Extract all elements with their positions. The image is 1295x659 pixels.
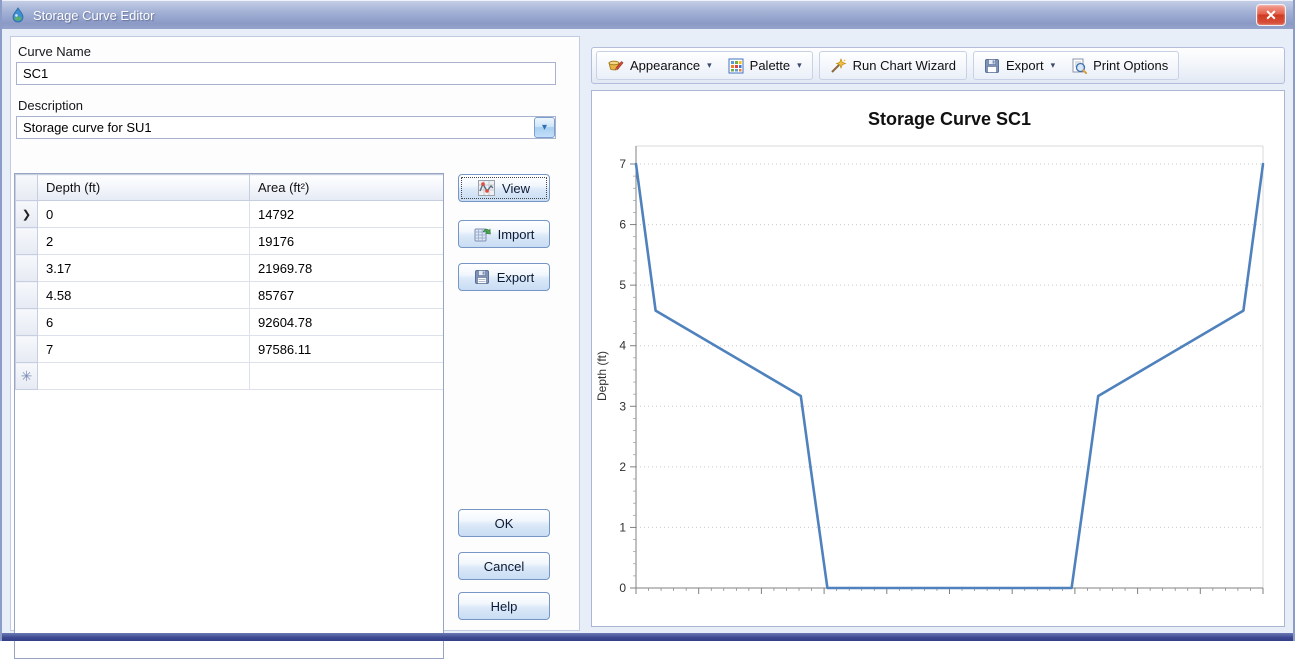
new-row: ✳ [16,363,444,390]
grid-cell[interactable]: 4.58 [38,282,250,309]
svg-text:6: 6 [619,218,626,232]
close-icon: ✕ [1265,7,1277,24]
ok-button[interactable]: OK [458,509,550,537]
grid-cell[interactable]: 2 [38,228,250,255]
grid-header-row: Depth (ft) Area (ft²) [16,175,444,201]
row-selector[interactable] [16,336,38,363]
titlebar[interactable]: Storage Curve Editor ✕ [2,0,1293,29]
table-row: 797586.11 [16,336,444,363]
grid-cell[interactable]: 7 [38,336,250,363]
chart-panel: 0 1 2 3 4 5 6 7 Storage Curve SC1 Depth (ft) [591,90,1285,627]
chart-icon [478,180,495,196]
grid-cell[interactable]: 97586.11 [250,336,444,363]
grid-cell[interactable]: 21969.78 [250,255,444,282]
svg-text:Storage Curve SC1: Storage Curve SC1 [868,109,1031,129]
save-icon [984,58,1000,74]
svg-text:7: 7 [619,157,626,171]
toolbar-group-output: Export ▾ Print Options [973,51,1179,80]
grid-cell[interactable]: 14792 [250,201,444,228]
appearance-button[interactable]: Appearance ▾ [599,52,720,79]
grid-cell[interactable]: 3.17 [38,255,250,282]
help-button[interactable]: Help [458,592,550,620]
grid-corner-cell [16,175,38,201]
run-chart-wizard-button[interactable]: Run Chart Wizard [822,52,964,79]
table-row: 4.5885767 [16,282,444,309]
svg-text:2: 2 [619,460,626,474]
grid-cell[interactable] [38,363,250,390]
storage-curve-chart: 0 1 2 3 4 5 6 7 Storage Curve SC1 Depth (ft) [592,91,1284,626]
print-options-button[interactable]: Print Options [1063,52,1176,79]
toolbar-group-wizard: Run Chart Wizard [819,51,967,80]
description-input[interactable] [16,116,556,139]
curve-name-input[interactable] [16,62,556,85]
row-selector[interactable] [16,309,38,336]
left-panel: Curve Name Description ▾ Depth (ft) Area… [10,36,580,631]
import-icon [474,226,491,242]
toolbar-export-button[interactable]: Export ▾ [976,52,1063,79]
grid-cell[interactable]: 92604.78 [250,309,444,336]
export-button[interactable]: Export [458,263,550,291]
import-button[interactable]: Import [458,220,550,248]
description-dropdown-button[interactable]: ▾ [534,117,555,138]
svg-text:4: 4 [619,339,626,353]
storage-curve-editor-window: Storage Curve Editor ✕ Curve Name Descri… [0,0,1295,641]
table-row: 219176 [16,228,444,255]
grid-column-header-area: Area (ft²) [250,175,444,201]
svg-text:3: 3 [619,399,626,413]
svg-text:0: 0 [619,581,626,595]
chevron-down-icon: ▾ [1051,60,1056,71]
view-button[interactable]: View [458,174,550,202]
grid-cell[interactable]: 19176 [250,228,444,255]
grid-cell[interactable] [250,363,444,390]
cancel-button[interactable]: Cancel [458,552,550,580]
grid-cell[interactable]: 6 [38,309,250,336]
new-row-selector[interactable]: ✳ [16,363,38,390]
new-row-icon: ✳ [21,368,33,384]
palette-icon [728,58,744,74]
save-icon [474,269,490,285]
curve-data-grid: Depth (ft) Area (ft²) ❯0147922191763.172… [14,173,444,659]
app-icon [10,7,26,23]
appearance-icon [607,58,624,74]
svg-text:Depth (ft): Depth (ft) [595,351,609,401]
chevron-down-icon: ▾ [797,60,802,71]
palette-button[interactable]: Palette ▾ [720,52,810,79]
curve-name-label: Curve Name [18,44,91,59]
chart-toolbar: Appearance ▾ Palette ▾ [591,47,1285,84]
grid-cell[interactable]: 85767 [250,282,444,309]
row-selector[interactable] [16,255,38,282]
grid-column-header-depth: Depth (ft) [38,175,250,201]
grid-cell[interactable]: 0 [38,201,250,228]
description-label: Description [18,98,83,113]
table-row: 3.1721969.78 [16,255,444,282]
svg-text:5: 5 [619,278,626,292]
chevron-down-icon: ▾ [707,60,712,71]
chevron-down-icon: ▾ [542,122,547,133]
window-title: Storage Curve Editor [33,8,154,23]
toolbar-group-style: Appearance ▾ Palette ▾ [596,51,813,80]
row-selector[interactable] [16,282,38,309]
print-preview-icon [1071,58,1087,74]
svg-text:1: 1 [619,520,626,534]
row-selector[interactable]: ❯ [16,201,38,228]
window-bottom-border [2,633,1293,641]
table-row: ❯014792 [16,201,444,228]
wizard-wand-icon [830,58,847,74]
close-button[interactable]: ✕ [1256,4,1286,26]
table-row: 692604.78 [16,309,444,336]
row-selector[interactable] [16,228,38,255]
